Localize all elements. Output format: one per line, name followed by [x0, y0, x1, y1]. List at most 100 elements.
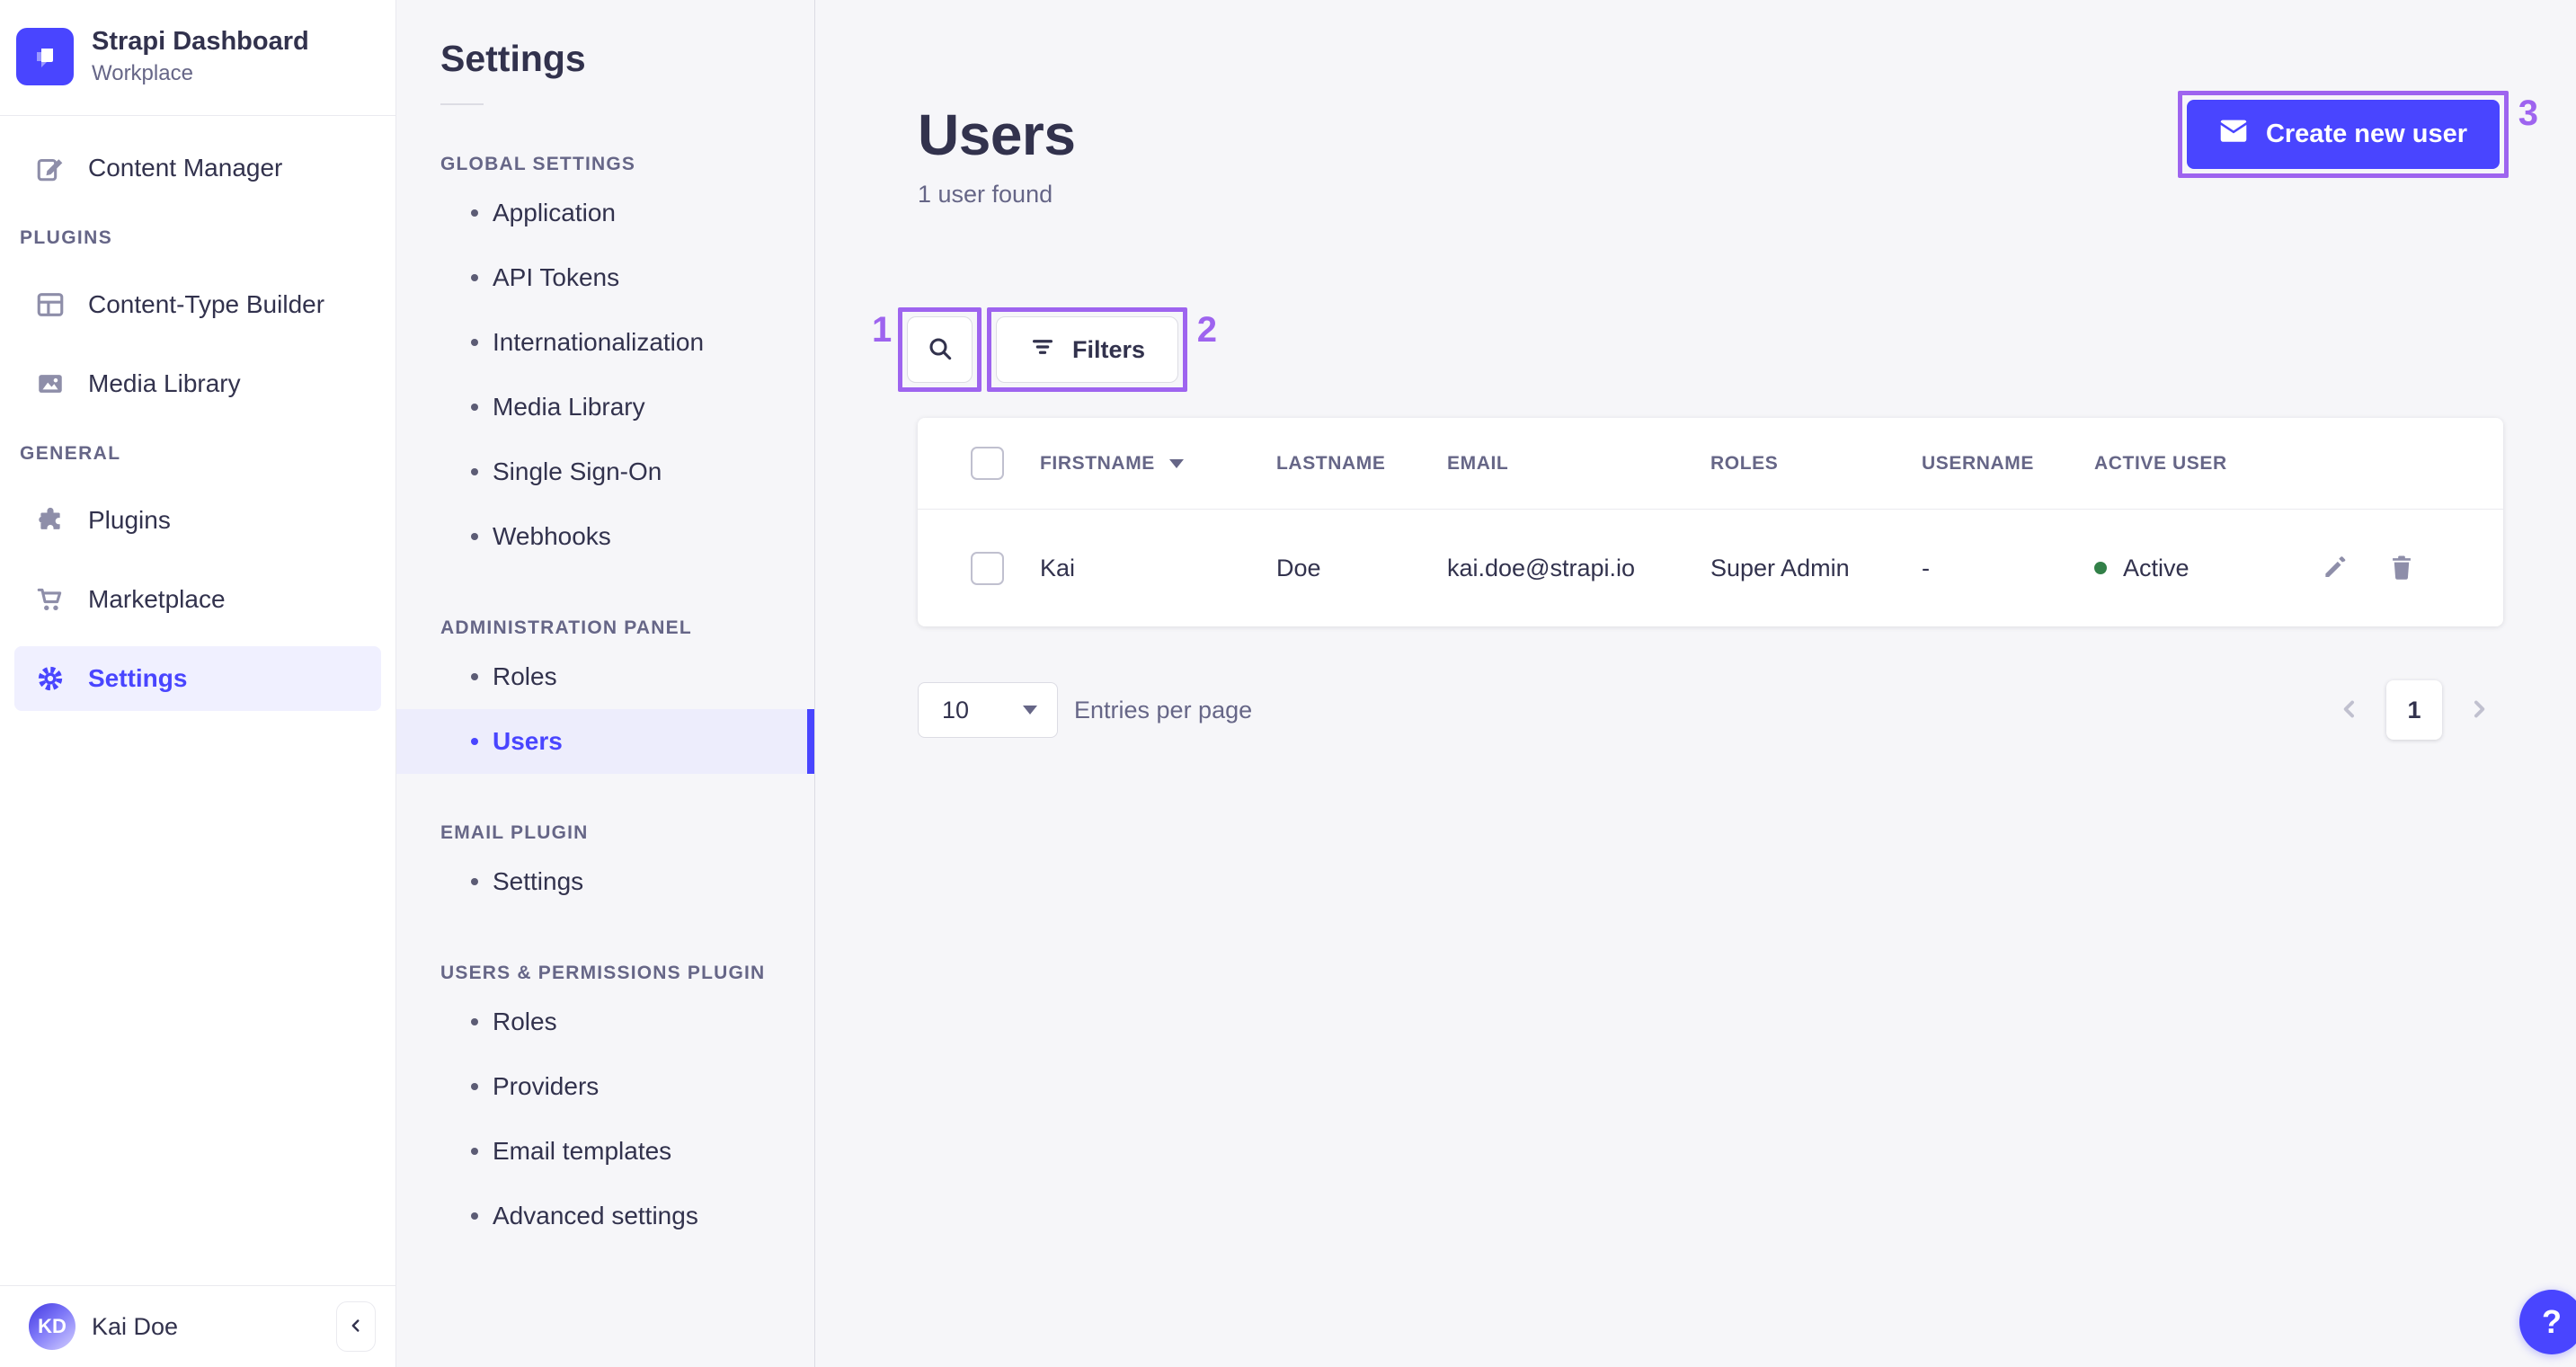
entries-per-page-label: Entries per page	[1074, 696, 1253, 723]
subnav-item-application[interactable]: Application	[396, 181, 814, 245]
subnav-item-up-advanced-settings[interactable]: Advanced settings	[396, 1184, 814, 1248]
layout-grid-icon	[34, 288, 67, 321]
create-new-user-button[interactable]: Create new user	[2186, 100, 2500, 169]
sidebar-item-label: Settings	[88, 663, 188, 692]
trash-icon	[2386, 552, 2417, 585]
column-header-active-user[interactable]: ACTIVE USER	[2094, 453, 2319, 475]
main-content: Users 1 user found 3 Create new user 1 2…	[815, 0, 2576, 1367]
cell-roles: Super Admin	[1710, 554, 1850, 581]
search-button[interactable]	[907, 316, 973, 383]
column-header-roles[interactable]: ROLES	[1710, 453, 1922, 475]
row-checkbox[interactable]	[971, 551, 1004, 585]
subnav-item-admin-users[interactable]: Users	[396, 709, 814, 774]
collapse-sidebar-button[interactable]	[336, 1301, 376, 1352]
filters-button[interactable]: Filters	[996, 316, 1179, 383]
subnav-item-email-settings[interactable]: Settings	[396, 849, 814, 914]
column-header-username[interactable]: USERNAME	[1922, 453, 2094, 475]
subnav-item-up-roles[interactable]: Roles	[396, 990, 814, 1054]
cell-lastname: Doe	[1276, 554, 1321, 581]
subnav-item-internationalization[interactable]: Internationalization	[396, 310, 814, 375]
sidebar-item-label: Marketplace	[88, 584, 226, 613]
bullet-icon	[471, 1148, 478, 1155]
bullet-icon	[471, 209, 478, 217]
subnav-section-global-settings: GLOBAL SETTINGS	[440, 154, 636, 174]
bullet-icon	[471, 274, 478, 281]
sidebar-section-general: GENERAL	[20, 442, 121, 464]
chevron-left-icon	[2336, 696, 2363, 725]
annotation-box-3: 3 Create new user	[2177, 91, 2538, 178]
chevron-left-icon	[346, 1316, 366, 1338]
bullet-icon	[471, 878, 478, 885]
sidebar-item-plugins[interactable]: Plugins	[14, 488, 381, 553]
sidebar-item-label: Plugins	[88, 505, 171, 534]
sort-caret-icon[interactable]	[1168, 458, 1184, 468]
cell-email: kai.doe@strapi.io	[1447, 554, 1636, 581]
page-size-select[interactable]: 10	[918, 682, 1058, 738]
bullet-icon	[471, 1018, 478, 1025]
edit-user-button[interactable]	[2319, 552, 2351, 584]
column-header-email[interactable]: EMAIL	[1447, 453, 1710, 475]
cell-active-status: Active	[2094, 555, 2319, 582]
envelope-icon	[2219, 120, 2248, 150]
table-header-row: FIRSTNAME LASTNAME EMAIL ROLES USERNAME …	[918, 418, 2503, 510]
pen-write-icon	[34, 152, 67, 184]
cell-username: -	[1922, 554, 1930, 581]
subnav-item-up-providers[interactable]: Providers	[396, 1054, 814, 1119]
sidebar-item-marketplace[interactable]: Marketplace	[14, 567, 381, 632]
sidebar-footer: KD Kai Doe	[0, 1285, 395, 1367]
sidebar-item-label: Content Manager	[88, 153, 283, 182]
sidebar-item-settings[interactable]: Settings	[14, 645, 381, 711]
table-row[interactable]: Kai Doe kai.doe@strapi.io Super Admin - …	[918, 510, 2503, 626]
sidebar-item-label: Content-Type Builder	[88, 289, 325, 318]
pencil-icon	[2320, 552, 2350, 585]
sidebar-nav: Content Manager PLUGINS Content-Type Bui…	[0, 116, 395, 711]
pagination-row: 10 Entries per page 1	[918, 680, 2503, 740]
active-status-dot-icon	[2094, 562, 2107, 574]
subnav-item-admin-roles[interactable]: Roles	[396, 644, 814, 709]
user-avatar[interactable]: KD	[29, 1303, 76, 1350]
page-1-button[interactable]: 1	[2386, 680, 2442, 740]
main-sidebar: Strapi Dashboard Workplace Content Manag…	[0, 0, 396, 1367]
subnav-title: Settings	[440, 38, 586, 79]
delete-user-button[interactable]	[2385, 552, 2418, 584]
help-button[interactable]: ?	[2519, 1290, 2576, 1354]
select-all-checkbox[interactable]	[971, 447, 1004, 480]
sidebar-item-label: Media Library	[88, 368, 241, 397]
column-header-firstname[interactable]: FIRSTNAME	[1040, 453, 1155, 475]
pager: 1	[2336, 680, 2503, 740]
user-count: 1 user found	[918, 181, 1053, 208]
status-badge: Active	[2123, 554, 2190, 581]
annotation-label-3: 3	[2518, 93, 2538, 133]
annotation-box-2: 2 Filters	[987, 307, 1217, 392]
table-toolbar: 1 2 Filters	[872, 307, 2503, 392]
bullet-icon	[471, 533, 478, 540]
bullet-icon	[471, 738, 478, 745]
subnav-item-up-email-templates[interactable]: Email templates	[396, 1119, 814, 1184]
subnav-item-media-library[interactable]: Media Library	[396, 375, 814, 439]
bullet-icon	[471, 1212, 478, 1220]
cell-firstname: Kai	[1040, 554, 1076, 581]
puzzle-icon	[34, 504, 67, 537]
annotation-label-2: 2	[1196, 310, 1218, 350]
user-name: Kai Doe	[92, 1312, 179, 1340]
previous-page-button[interactable]	[2336, 696, 2363, 725]
chevron-right-icon	[2465, 696, 2492, 725]
subnav-item-api-tokens[interactable]: API Tokens	[396, 245, 814, 310]
subnav-item-webhooks[interactable]: Webhooks	[396, 504, 814, 569]
annotation-box-1: 1	[872, 307, 982, 392]
settings-subnav: Settings GLOBAL SETTINGS Application API…	[396, 0, 815, 1367]
subnav-item-single-sign-on[interactable]: Single Sign-On	[396, 439, 814, 504]
sidebar-item-media-library[interactable]: Media Library	[14, 351, 381, 416]
sidebar-item-content-type-builder[interactable]: Content-Type Builder	[14, 272, 381, 337]
sidebar-item-content-manager[interactable]: Content Manager	[14, 136, 381, 200]
chevron-down-icon	[1023, 706, 1037, 715]
users-table: FIRSTNAME LASTNAME EMAIL ROLES USERNAME …	[918, 418, 2503, 626]
sidebar-section-plugins: PLUGINS	[20, 226, 113, 248]
bullet-icon	[471, 1083, 478, 1090]
next-page-button[interactable]	[2465, 696, 2492, 725]
bullet-icon	[471, 339, 478, 346]
column-header-lastname[interactable]: LASTNAME	[1276, 453, 1447, 475]
page-size-value: 10	[942, 696, 970, 723]
annotation-label-1: 1	[872, 310, 893, 350]
bullet-icon	[471, 468, 478, 475]
